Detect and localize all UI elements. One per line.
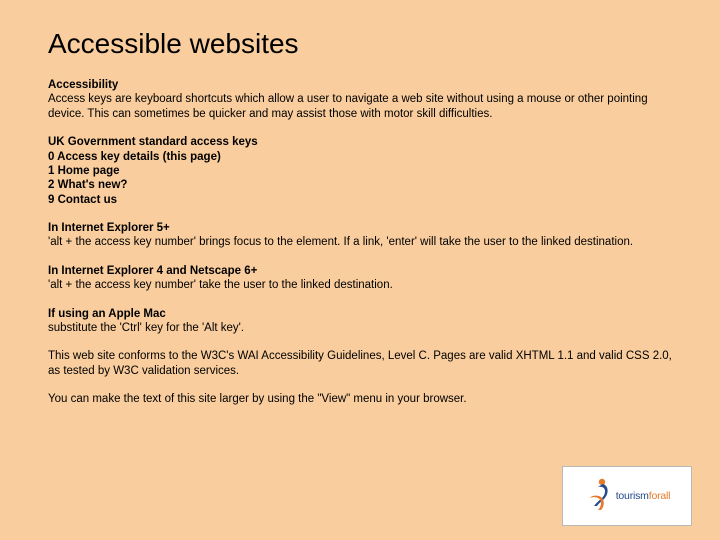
access-keys-list: 0 Access key details (this page) 1 Home … — [48, 150, 672, 208]
logo-mark-icon — [584, 476, 612, 516]
body-conform: This web site conforms to the W3C's WAI … — [48, 349, 672, 378]
list-item: 1 Home page — [48, 164, 672, 178]
body-view: You can make the text of this site large… — [48, 392, 672, 406]
heading-ie5: In Internet Explorer 5+ — [48, 221, 672, 235]
heading-ukgov: UK Government standard access keys — [48, 135, 672, 149]
section-ie4: In Internet Explorer 4 and Netscape 6+ '… — [48, 264, 672, 293]
logo-tourismforall: tourismforall — [562, 466, 692, 526]
page-title: Accessible websites — [48, 28, 672, 60]
section-mac: If using an Apple Mac substitute the 'Ct… — [48, 307, 672, 336]
section-ukgov-keys: UK Government standard access keys 0 Acc… — [48, 135, 672, 207]
heading-accessibility: Accessibility — [48, 78, 672, 92]
body-ie4: 'alt + the access key number' take the u… — [48, 278, 672, 292]
list-item: 2 What's new? — [48, 178, 672, 192]
body-accessibility: Access keys are keyboard shortcuts which… — [48, 92, 672, 121]
section-ie5: In Internet Explorer 5+ 'alt + the acces… — [48, 221, 672, 250]
heading-ie4: In Internet Explorer 4 and Netscape 6+ — [48, 264, 672, 278]
list-item: 9 Contact us — [48, 193, 672, 207]
section-accessibility: Accessibility Access keys are keyboard s… — [48, 78, 672, 121]
logo-text: tourismforall — [616, 490, 671, 502]
section-view: You can make the text of this site large… — [48, 392, 672, 406]
heading-mac: If using an Apple Mac — [48, 307, 672, 321]
list-item: 0 Access key details (this page) — [48, 150, 672, 164]
section-conform: This web site conforms to the W3C's WAI … — [48, 349, 672, 378]
body-ie5: 'alt + the access key number' brings foc… — [48, 235, 672, 249]
body-mac: substitute the 'Ctrl' key for the 'Alt k… — [48, 321, 672, 335]
